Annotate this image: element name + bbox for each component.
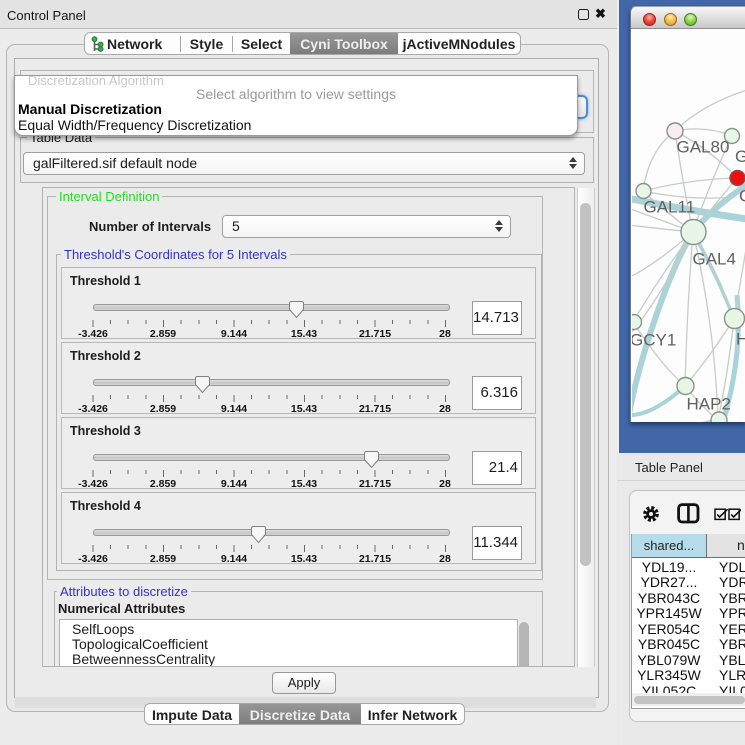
svg-text:C: C <box>739 187 745 206</box>
svg-text:H: H <box>736 330 745 349</box>
svg-text:HAP2: HAP2 <box>687 395 731 414</box>
svg-text:GAL4: GAL4 <box>693 250 736 269</box>
svg-text:GAL11: GAL11 <box>644 198 696 217</box>
svg-text:GCY1: GCY1 <box>632 331 676 350</box>
svg-text:G.: G. <box>735 147 745 166</box>
svg-text:GAL80: GAL80 <box>677 138 730 157</box>
